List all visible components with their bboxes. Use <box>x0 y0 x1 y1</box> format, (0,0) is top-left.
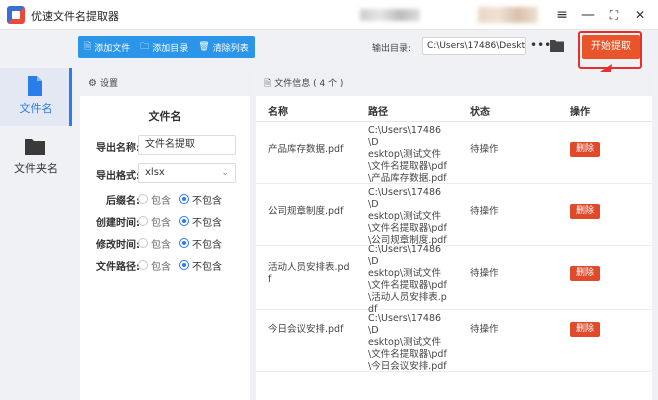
toolbar: 🗎 添加文件 🗀 添加目录 🗑 清除列表 输出目录: C:\Users\17486\D… <box>78 35 652 62</box>
suffix-include-radio[interactable]: 包含 <box>138 192 171 207</box>
app-logo-icon <box>7 6 25 24</box>
column-action: 操作 <box>570 107 590 118</box>
cell-path: C:\Users\17486\D esktop\测试文件 \文件名提取器\pdf… <box>368 187 447 246</box>
open-folder-icon[interactable] <box>550 39 564 52</box>
export-format-select[interactable]: xlsx ⌄ <box>138 163 236 183</box>
export-name-label: 导出名称: <box>96 143 140 154</box>
title-bar: 优速文件名提取器 ≡ — ⛶ ✕ <box>0 0 658 30</box>
suffix-radio-group: 包含 不包含 <box>138 192 230 207</box>
section-title: 文件名 <box>148 110 182 123</box>
table-row[interactable]: 活动人员安排表.pd f C:\Users\17486\D esktop\测试文… <box>256 244 652 315</box>
file-info-count: 文件信息 ( 4 个 ) <box>274 79 344 89</box>
delete-button[interactable]: 删除 <box>570 142 600 157</box>
cell-status: 待操作 <box>470 268 499 279</box>
more-options-button[interactable]: ••• <box>530 39 551 51</box>
cell-status: 待操作 <box>470 144 499 155</box>
suffix-exclude-radio[interactable]: 不包含 <box>179 192 222 207</box>
created-time-label: 创建时间: <box>96 218 140 229</box>
column-name: 名称 <box>268 107 288 118</box>
delete-button[interactable]: 删除 <box>570 266 600 281</box>
file-path-label: 文件路径: <box>96 262 140 273</box>
document-icon: 🗎 <box>264 79 272 89</box>
add-file-icon: 🗎 <box>84 42 92 52</box>
add-folder-icon: 🗀 <box>140 42 150 52</box>
radio-label: 不包含 <box>192 239 222 251</box>
tool-button-group: 🗎 添加文件 🗀 添加目录 🗑 清除列表 <box>78 36 255 58</box>
export-format-label: 导出格式: <box>96 171 140 182</box>
add-file-label: 添加文件 <box>94 43 131 54</box>
file-info-header: 🗎 文件信息 ( 4 个 ) <box>256 72 652 96</box>
modified-exclude-radio[interactable]: 不包含 <box>179 236 222 251</box>
nav-item-foldername[interactable]: 文件夹名 <box>0 128 72 186</box>
chevron-down-icon: ⌄ <box>221 168 229 178</box>
cell-name: 活动人员安排表.pd f <box>268 262 350 285</box>
radio-label: 包含 <box>151 195 171 207</box>
blurred-avatar <box>478 7 538 23</box>
cell-path: C:\Users\17486\D esktop\测试文件 \文件名提取器\pdf… <box>368 125 447 184</box>
modified-time-radio-group: 包含 不包含 <box>138 236 230 251</box>
file-path-radio-group: 包含 不包含 <box>138 258 230 273</box>
column-path: 路径 <box>368 107 388 118</box>
close-icon[interactable]: ✕ <box>630 5 650 25</box>
table-row[interactable]: 产品库存数据.pdf C:\Users\17486\D esktop\测试文件 … <box>256 122 652 184</box>
nav-label: 文件夹名 <box>14 162 58 175</box>
fullscreen-icon[interactable]: ⛶ <box>604 5 624 25</box>
file-icon <box>28 76 42 96</box>
suffix-label: 后缀名: <box>106 196 140 207</box>
created-include-radio[interactable]: 包含 <box>138 214 171 229</box>
add-dir-label: 添加目录 <box>152 43 189 54</box>
radio-label: 包含 <box>151 239 171 251</box>
radio-label: 包含 <box>151 217 171 229</box>
minimize-icon[interactable]: — <box>578 5 598 25</box>
folder-icon <box>25 139 45 155</box>
cell-status: 待操作 <box>470 206 499 217</box>
app-title: 优速文件名提取器 <box>31 10 119 23</box>
clear-list-label: 清除列表 <box>212 43 249 54</box>
table-row[interactable]: 公司规章制度.pdf C:\Users\17486\D esktop\测试文件 … <box>256 184 652 246</box>
nav-label: 文件名 <box>19 102 53 115</box>
output-dir-input[interactable]: C:\Users\17486\Deskto <box>422 37 526 55</box>
cell-name: 公司规章制度.pdf <box>268 206 344 217</box>
add-dir-button[interactable]: 🗀 添加目录 <box>140 39 188 55</box>
path-include-radio[interactable]: 包含 <box>138 258 171 273</box>
file-table-panel: 🗎 文件信息 ( 4 个 ) 名称 路径 状态 操作 产品库存数据.pdf C:… <box>256 72 652 400</box>
delete-button[interactable]: 删除 <box>570 322 600 337</box>
created-exclude-radio[interactable]: 不包含 <box>179 214 222 229</box>
modified-time-label: 修改时间: <box>96 240 140 251</box>
cell-name: 今日会议安排.pdf <box>268 324 344 335</box>
clear-list-button[interactable]: 🗑 清除列表 <box>198 41 248 54</box>
cell-status: 待操作 <box>470 324 499 335</box>
cell-path: C:\Users\17486\D esktop\测试文件 \文件名提取器\pdf… <box>368 244 447 315</box>
column-status: 状态 <box>470 107 490 118</box>
radio-label: 不包含 <box>192 261 222 273</box>
nav-item-filename[interactable]: 文件名 <box>0 68 72 126</box>
table-row[interactable]: 今日会议安排.pdf C:\Users\17486\D esktop\测试文件 … <box>256 310 652 372</box>
gear-icon: ⚙ <box>88 78 97 89</box>
menu-icon[interactable]: ≡ <box>552 5 572 25</box>
add-file-button[interactable]: 🗎 添加文件 <box>84 39 130 55</box>
trash-icon: 🗑 <box>198 42 210 52</box>
output-dir-label: 输出目录: <box>372 44 412 54</box>
export-name-input[interactable]: 文件名提取 <box>138 135 236 155</box>
blurred-user-info <box>360 9 420 21</box>
radio-label: 不包含 <box>192 195 222 207</box>
delete-button[interactable]: 删除 <box>570 204 600 219</box>
export-format-value: xlsx <box>145 167 165 178</box>
radio-label: 不包含 <box>192 217 222 229</box>
settings-panel: ⚙ 设置 文件名 导出名称: 文件名提取 导出格式: xlsx ⌄ 后缀名: 包… <box>80 72 250 400</box>
settings-header-label: 设置 <box>99 79 118 89</box>
cell-path: C:\Users\17486\D esktop\测试文件 \文件名提取器\pdf… <box>368 313 447 372</box>
radio-label: 包含 <box>151 261 171 273</box>
modified-include-radio[interactable]: 包含 <box>138 236 171 251</box>
created-time-radio-group: 包含 不包含 <box>138 214 230 229</box>
table-column-headers: 名称 路径 状态 操作 <box>256 100 652 122</box>
left-nav: 文件名 文件夹名 <box>0 68 72 400</box>
path-exclude-radio[interactable]: 不包含 <box>179 258 222 273</box>
settings-header: ⚙ 设置 <box>80 72 250 96</box>
cell-name: 产品库存数据.pdf <box>268 144 344 155</box>
